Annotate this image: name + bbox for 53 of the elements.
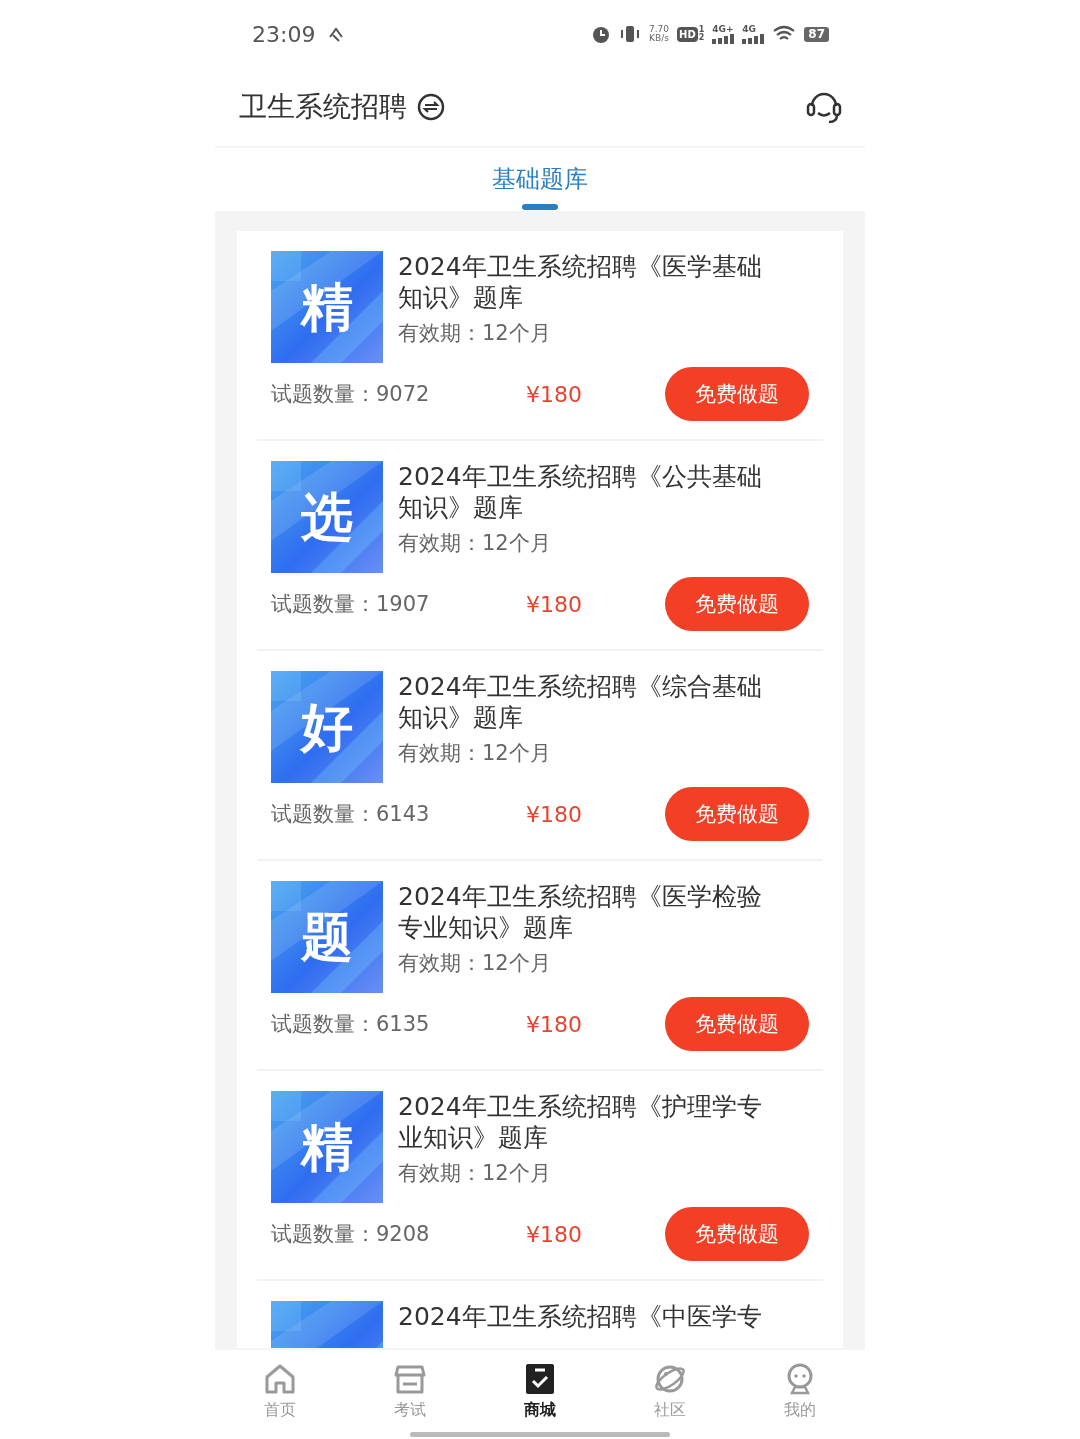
free-practice-button[interactable]: 免费做题 <box>665 997 809 1051</box>
thumbnail-label: 题 <box>301 911 353 963</box>
validity-text: 有效期：12个月 <box>398 320 552 347</box>
question-bank-title[interactable]: 2024年卫生系统招聘《医学基础知识》题库 <box>398 251 786 313</box>
free-practice-button[interactable]: 免费做题 <box>665 1207 809 1261</box>
free-practice-button[interactable]: 免费做题 <box>665 787 809 841</box>
alarm-icon <box>591 24 611 44</box>
question-bank-title[interactable]: 2024年卫生系统招聘《护理学专业知识》题库 <box>398 1091 786 1153</box>
vibrate-icon <box>619 24 641 44</box>
status-time: 23:09 <box>252 21 316 47</box>
question-count: 试题数量：1907 <box>271 591 431 618</box>
thumbnail-label: 精 <box>301 281 353 333</box>
thumbnail-label: 好 <box>301 701 353 753</box>
hd-badge: HD <box>677 26 698 42</box>
validity-text: 有效期：12个月 <box>398 950 552 977</box>
price: ¥180 <box>526 381 582 407</box>
battery-level: 87 <box>804 26 829 42</box>
question-bank-title[interactable]: 2024年卫生系统招聘《公共基础知识》题库 <box>398 461 786 523</box>
question-count: 试题数量：6135 <box>271 1011 431 1038</box>
validity-text: 有效期：12个月 <box>398 740 552 767</box>
sim-number: 1 <box>698 26 705 34</box>
question-bank-title[interactable]: 2024年卫生系统招聘《医学检验专业知识》题库 <box>398 881 786 943</box>
free-practice-button[interactable]: 免费做题 <box>665 577 809 631</box>
question-bank-title[interactable]: 2024年卫生系统招聘《综合基础知识》题库 <box>398 671 786 733</box>
question-count: 试题数量：9208 <box>271 1221 431 1248</box>
nav-tab[interactable]: 我的 <box>735 1350 865 1439</box>
question-count: 试题数量：6143 <box>271 801 431 828</box>
home-icon <box>263 1362 297 1396</box>
price: ¥180 <box>526 591 582 617</box>
signal-icon <box>742 33 765 44</box>
app-title: 卫生系统招聘 <box>239 89 407 125</box>
validity-text: 有效期：12个月 <box>398 1160 552 1187</box>
price: ¥180 <box>526 1011 582 1037</box>
price: ¥180 <box>526 801 582 827</box>
nav-tab[interactable]: 社区 <box>605 1350 735 1439</box>
question-bank-title[interactable]: 2024年卫生系统招聘《中医学专 <box>398 1301 786 1332</box>
network-label: 4G <box>742 24 756 34</box>
free-practice-button[interactable]: 免费做题 <box>665 367 809 421</box>
nav-tab[interactable]: 首页 <box>215 1350 345 1439</box>
checklist-icon <box>523 1362 557 1396</box>
validity-text: 有效期：12个月 <box>398 530 552 557</box>
price: ¥180 <box>526 1221 582 1247</box>
sim-number: 2 <box>698 34 705 42</box>
speed-value: 7.70 <box>649 25 670 34</box>
thumbnail-label: 精 <box>301 1121 353 1173</box>
speed-unit: KB/s <box>649 34 669 43</box>
switch-icon[interactable] <box>417 93 445 121</box>
signal-icon <box>712 33 735 44</box>
nav-tab[interactable]: 考试 <box>345 1350 475 1439</box>
network-label: 4G+ <box>712 24 734 34</box>
category-tab[interactable]: 基础题库 <box>486 148 594 211</box>
thumbnail-label: 选 <box>301 491 353 543</box>
question-count: 试题数量：9072 <box>271 381 431 408</box>
